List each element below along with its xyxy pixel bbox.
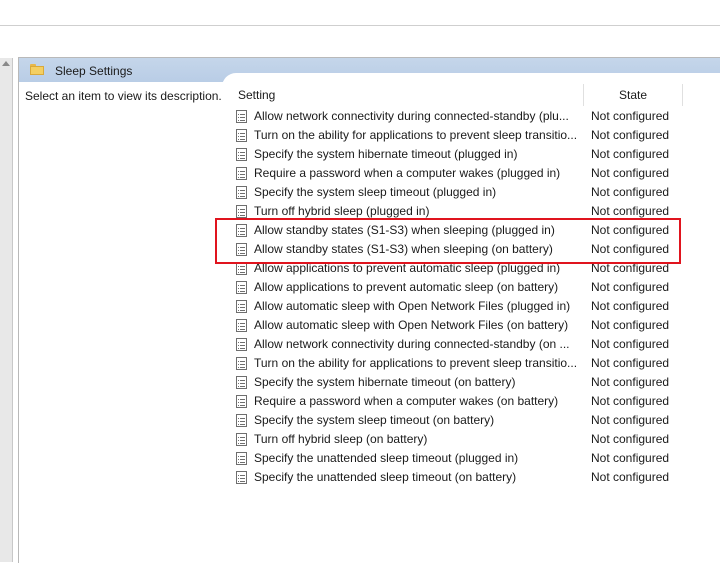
tree-pane-scrollbar[interactable] (0, 58, 13, 562)
setting-name: Allow automatic sleep with Open Network … (254, 318, 569, 332)
setting-name: Turn on the ability for applications to … (254, 128, 578, 142)
policy-setting-icon (236, 205, 247, 218)
table-row[interactable]: Allow network connectivity during connec… (236, 335, 720, 354)
table-row[interactable]: Allow network connectivity during connec… (236, 107, 720, 126)
setting-state: Not configured (591, 147, 670, 161)
setting-state: Not configured (591, 128, 670, 142)
setting-state: Not configured (591, 394, 670, 408)
policy-setting-icon (236, 186, 247, 199)
table-row[interactable]: Turn off hybrid sleep (on battery) Not co… (236, 430, 720, 449)
policy-setting-icon (236, 129, 247, 142)
setting-name: Specify the system sleep timeout (on bat… (254, 413, 495, 427)
folder-icon (30, 64, 44, 75)
setting-name: Allow applications to prevent automatic … (254, 280, 559, 294)
policy-setting-icon (236, 433, 247, 446)
setting-state: Not configured (591, 337, 670, 351)
column-divider[interactable] (583, 84, 584, 106)
table-row[interactable]: Specify the unattended sleep timeout (on… (236, 468, 720, 487)
setting-state: Not configured (591, 185, 670, 199)
setting-state: Not configured (591, 375, 670, 389)
policy-setting-icon (236, 471, 247, 484)
setting-name: Specify the unattended sleep timeout (on… (254, 470, 517, 484)
setting-state: Not configured (591, 470, 670, 484)
column-header-setting[interactable]: Setting (238, 88, 275, 102)
table-row[interactable]: Specify the unattended sleep timeout (pl… (236, 449, 720, 468)
setting-state: Not configured (591, 204, 670, 218)
setting-state: Not configured (591, 299, 670, 313)
setting-state: Not configured (591, 432, 670, 446)
setting-state: Not configured (591, 109, 670, 123)
policy-setting-icon (236, 338, 247, 351)
policy-setting-icon (236, 357, 247, 370)
table-row[interactable]: Turn on the ability for applications to … (236, 126, 720, 145)
table-row[interactable]: Turn on the ability for applications to … (236, 354, 720, 373)
settings-list: Allow network connectivity during connec… (236, 107, 720, 487)
table-row[interactable]: Require a password when a computer wakes… (236, 392, 720, 411)
setting-name: Allow network connectivity during connec… (254, 337, 570, 351)
policy-setting-icon (236, 414, 247, 427)
table-row[interactable]: Specify the system hibernate timeout (pl… (236, 145, 720, 164)
column-divider[interactable] (682, 84, 683, 106)
setting-name: Allow automatic sleep with Open Network … (254, 299, 571, 313)
table-row[interactable]: Allow applications to prevent automatic … (236, 278, 720, 297)
setting-name: Turn off hybrid sleep (plugged in) (254, 204, 430, 218)
policy-setting-icon (236, 148, 247, 161)
setting-name: Require a password when a computer wakes… (254, 394, 559, 408)
folder-title: Sleep Settings (55, 64, 133, 78)
setting-name: Specify the unattended sleep timeout (pl… (254, 451, 519, 465)
description-prompt: Select an item to view its description. (25, 89, 222, 103)
policy-setting-icon (236, 110, 247, 123)
policy-setting-icon (236, 300, 247, 313)
policy-setting-icon (236, 452, 247, 465)
table-row[interactable]: Specify the system hibernate timeout (on… (236, 373, 720, 392)
toolbar-divider (0, 25, 720, 26)
column-header-state[interactable]: State (619, 88, 647, 102)
table-row[interactable]: Specify the system sleep timeout (plugge… (236, 183, 720, 202)
setting-name: Allow network connectivity during connec… (254, 109, 569, 123)
table-row[interactable]: Require a password when a computer wakes… (236, 164, 720, 183)
setting-state: Not configured (591, 451, 670, 465)
setting-name: Specify the system hibernate timeout (pl… (254, 147, 518, 161)
setting-name: Turn on the ability for applications to … (254, 356, 578, 370)
setting-state: Not configured (591, 166, 670, 180)
table-row[interactable]: Allow automatic sleep with Open Network … (236, 297, 720, 316)
table-row[interactable]: Allow automatic sleep with Open Network … (236, 316, 720, 335)
setting-state: Not configured (591, 413, 670, 427)
setting-state: Not configured (591, 356, 670, 370)
table-row[interactable]: Specify the system sleep timeout (on bat… (236, 411, 720, 430)
policy-setting-icon (236, 395, 247, 408)
setting-name: Turn off hybrid sleep (on battery) (254, 432, 428, 446)
policy-setting-icon (236, 319, 247, 332)
setting-state: Not configured (591, 318, 670, 332)
highlight-annotation (215, 218, 681, 264)
policy-setting-icon (236, 376, 247, 389)
policy-setting-icon (236, 281, 247, 294)
scroll-up-arrow-icon[interactable] (2, 61, 10, 66)
setting-name: Specify the system sleep timeout (plugge… (254, 185, 497, 199)
policy-setting-icon (236, 167, 247, 180)
setting-name: Specify the system hibernate timeout (on… (254, 375, 516, 389)
setting-name: Require a password when a computer wakes… (254, 166, 561, 180)
setting-state: Not configured (591, 280, 670, 294)
